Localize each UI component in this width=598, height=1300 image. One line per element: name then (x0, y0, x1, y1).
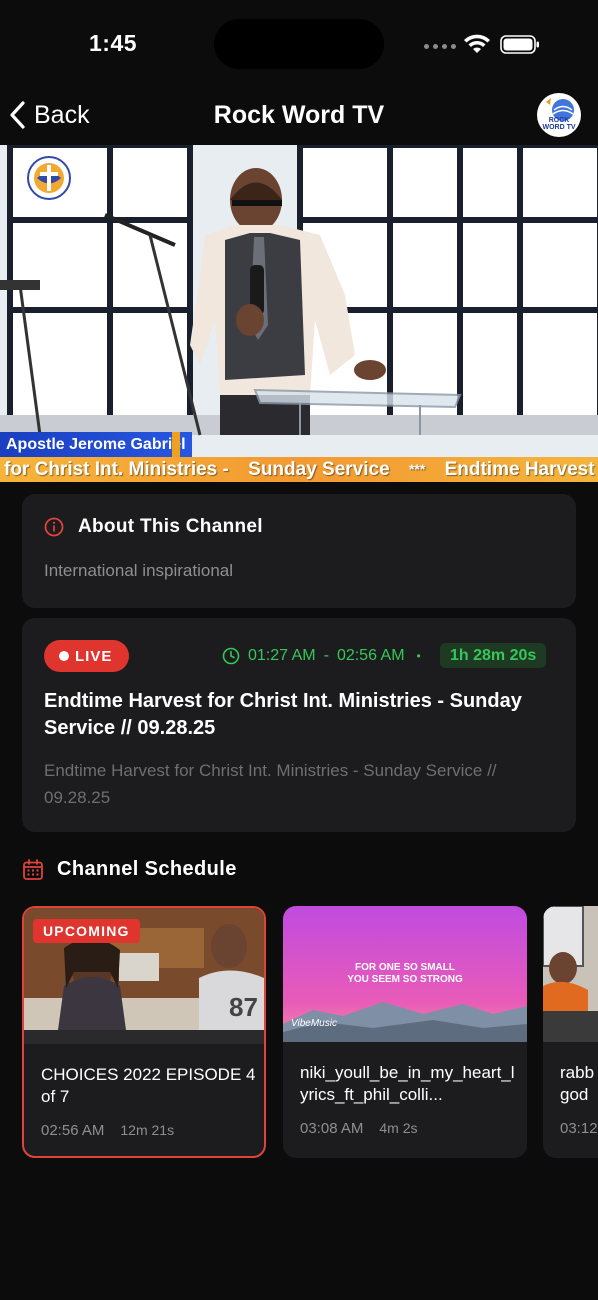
schedule-item-meta: 03:08 AM 4m 2s (300, 1120, 418, 1137)
wifi-icon (464, 34, 490, 53)
schedule-item-time: 03:08 AM (300, 1120, 364, 1137)
clock-icon (222, 647, 240, 665)
schedule-item-title: niki_youll_be_in_my_heart_lyrics_ft_phil… (300, 1063, 515, 1104)
schedule-card[interactable]: FOR ONE SO SMALL YOU SEEM SO STRONG Vibe… (283, 906, 527, 1158)
program-description: Endtime Harvest for Christ Int. Ministri… (44, 761, 497, 807)
ticker-text: for Christ Int. Ministries - (4, 459, 229, 480)
program-time-range: 01:27 AM - 02:56 AM • (222, 647, 425, 665)
schedule-item-duration: 4m 2s (379, 1120, 418, 1136)
schedule-item-meta: 02:56 AM 12m 21s (41, 1122, 174, 1139)
upcoming-badge: UPCOMING (33, 919, 140, 943)
page-title: Rock Word TV (213, 101, 385, 129)
schedule-item-duration: 12m 21s (120, 1122, 175, 1138)
schedule-thumbnail: FOR ONE SO SMALL YOU SEEM SO STRONG Vibe… (283, 906, 527, 1042)
program-title: Endtime Harvest for Christ Int. Ministri… (44, 690, 522, 739)
thumbnail-image (543, 906, 598, 1042)
navigation-bar: Back Rock Word TV ROCK WORD TV (0, 90, 598, 145)
schedule-title: Channel Schedule (57, 858, 237, 880)
time-dash: - (323, 647, 329, 664)
news-ticker: for Christ Int. Ministries - Sunday Serv… (0, 457, 598, 482)
cellular-signal-icon (424, 44, 456, 49)
ticker-text: Sunday Service (248, 459, 390, 480)
program-end-time: 02:56 AM (336, 647, 405, 664)
caption-accent (172, 432, 180, 457)
about-title: About This Channel (78, 516, 263, 537)
ticker-separator: *** (408, 461, 426, 477)
current-program-card[interactable]: LIVE 01:27 AM - 02:56 AM • 1h 28m 20s En… (22, 618, 576, 832)
dynamic-island (214, 19, 384, 69)
speaker-name-caption: Apostle Jerome Gabriel (0, 432, 192, 457)
schedule-header: Channel Schedule (22, 858, 237, 881)
ticker-text: Endtime Harvest for (444, 459, 598, 480)
schedule-thumbnail (543, 906, 598, 1042)
battery-icon (500, 35, 539, 54)
thumbnail-caption-1: FOR ONE SO SMALL (355, 962, 455, 973)
channel-logo-text: ROCK WORD TV (542, 117, 576, 131)
time-separator: • (416, 649, 421, 663)
schedule-item-time: 03:12 (560, 1120, 598, 1137)
about-channel-card: About This Channel International inspira… (22, 494, 576, 608)
video-player[interactable]: Apostle Jerome Gabriel for Christ Int. M… (0, 145, 598, 482)
ministry-logo (27, 156, 71, 200)
schedule-card[interactable]: 87 UPCOMING CHOICES 2022 EPISODE 4 of 7 … (22, 906, 266, 1158)
remaining-time-badge: 1h 28m 20s (440, 643, 547, 668)
thumbnail-watermark: VibeMusic (291, 1018, 337, 1029)
live-label: LIVE (75, 647, 113, 665)
status-bar: 1:45 (0, 0, 598, 90)
thumbnail-caption-2: YOU SEEM SO STRONG (347, 974, 463, 985)
channel-logo[interactable]: ROCK WORD TV (537, 93, 581, 137)
live-dot-icon (59, 651, 69, 661)
schedule-item-title: CHOICES 2022 EPISODE 4 of 7 (41, 1065, 256, 1106)
schedule-item-meta: 03:12 (560, 1120, 598, 1137)
schedule-item-title: rabb god (560, 1063, 595, 1104)
about-description: International inspirational (44, 561, 234, 580)
calendar-icon (23, 858, 43, 880)
schedule-card[interactable]: rabb god 03:12 (543, 906, 598, 1158)
schedule-item-time: 02:56 AM (41, 1122, 105, 1139)
schedule-carousel[interactable]: 87 UPCOMING CHOICES 2022 EPISODE 4 of 7 … (22, 906, 598, 1160)
info-icon (44, 517, 64, 537)
svg-text:87: 87 (229, 992, 258, 1022)
program-start-time: 01:27 AM (248, 647, 316, 664)
app-screen: 1:45 Back Rock Word TV ROCK WORD TV Apos… (0, 0, 598, 1300)
status-time: 1:45 (89, 30, 138, 56)
live-badge: LIVE (44, 640, 129, 672)
